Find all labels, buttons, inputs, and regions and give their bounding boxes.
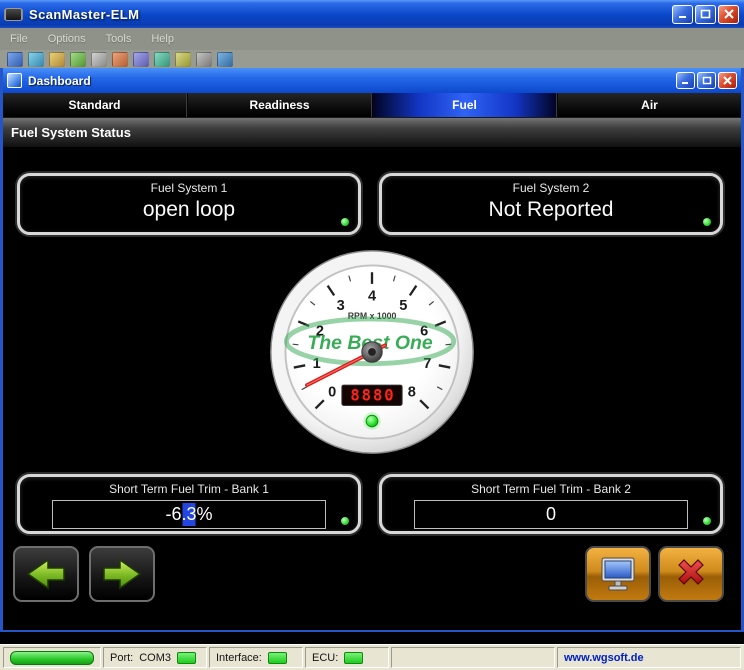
main-titlebar: ScanMaster-ELM (0, 0, 744, 28)
dashboard-title: Dashboard (28, 74, 674, 88)
scanmaster-app: ScanMaster-ELM File Options Tools Help (0, 0, 744, 670)
svg-text:8880: 8880 (350, 387, 395, 405)
dashboard-close-button[interactable] (718, 72, 737, 89)
section-title: Fuel System Status (11, 125, 131, 140)
monitor-button[interactable] (585, 546, 651, 602)
dashboard-maximize-button[interactable] (697, 72, 716, 89)
connection-progress (10, 651, 94, 665)
dashboard-minimize-button[interactable] (676, 72, 695, 89)
window-title: ScanMaster-ELM (29, 7, 670, 22)
toolbar-icon[interactable] (70, 52, 86, 67)
gauge-led (366, 415, 378, 427)
status-bar: Port: COM3 Interface: ECU: www.wgsoft.de (0, 644, 744, 670)
exit-button[interactable] (658, 546, 724, 602)
toolbar-icon[interactable] (133, 52, 149, 67)
stft-bank1-panel: Short Term Fuel Trim - Bank 1 -6.3% (17, 474, 361, 534)
statusbar-spacer (391, 647, 555, 668)
port-led (177, 652, 196, 664)
close-icon (723, 76, 732, 85)
dashboard-content: Fuel System 1 open loop Fuel System 2 No… (3, 147, 741, 630)
svg-text:4: 4 (368, 288, 377, 304)
ecu-led (344, 652, 363, 664)
minimize-button[interactable] (672, 5, 693, 24)
panel-label: Short Term Fuel Trim - Bank 2 (382, 482, 720, 496)
connection-progress-cell (3, 647, 101, 668)
panel-label: Fuel System 2 (382, 181, 720, 195)
ecu-cell: ECU: (305, 647, 389, 668)
forward-button[interactable] (89, 546, 155, 602)
tab-readiness[interactable]: Readiness (187, 93, 372, 117)
interface-cell: Interface: (209, 647, 303, 668)
port-value: COM3 (139, 652, 171, 664)
status-led (341, 517, 349, 525)
svg-text:5: 5 (399, 298, 407, 314)
status-led (703, 218, 711, 226)
interface-led (268, 652, 287, 664)
panel-value: open loop (20, 198, 358, 222)
menu-tools[interactable]: Tools (106, 33, 132, 45)
maximize-icon (700, 9, 711, 19)
svg-text:0: 0 (328, 385, 336, 401)
close-icon (724, 9, 734, 19)
toolbar-icon[interactable] (112, 52, 128, 67)
arrow-right-icon (100, 556, 144, 592)
panel-value: 0 (546, 504, 556, 525)
toolbar-icon[interactable] (175, 52, 191, 67)
close-button[interactable] (718, 5, 739, 24)
monitor-icon (596, 555, 640, 593)
toolbar-icon[interactable] (196, 52, 212, 67)
svg-text:8: 8 (408, 385, 416, 401)
close-x-icon (671, 555, 711, 593)
tab-fuel[interactable]: Fuel (372, 93, 557, 117)
value-box: -6.3% (52, 500, 326, 529)
svg-text:3: 3 (337, 298, 345, 314)
tab-standard[interactable]: Standard (3, 93, 187, 117)
toolbar-icon[interactable] (91, 52, 107, 67)
maximize-icon (702, 76, 712, 85)
dashboard-icon (7, 73, 22, 88)
gauge-hub-center (368, 348, 376, 356)
panel-label: Short Term Fuel Trim - Bank 1 (20, 482, 358, 496)
arrow-left-icon (24, 556, 68, 592)
dashboard-window: Dashboard Standard Readiness Fuel Air Fu… (0, 68, 744, 632)
website-cell: www.wgsoft.de (557, 647, 741, 668)
fuel-system-1-panel: Fuel System 1 open loop (17, 173, 361, 235)
maximize-button[interactable] (695, 5, 716, 24)
toolbar-icon[interactable] (7, 52, 23, 67)
chip-app-icon (5, 8, 22, 21)
menu-bar: File Options Tools Help (0, 28, 744, 50)
panel-value: -6.3% (165, 504, 212, 525)
status-led (341, 218, 349, 226)
panel-label: Fuel System 1 (20, 181, 358, 195)
panel-value: Not Reported (382, 198, 720, 222)
interface-label: Interface: (216, 652, 262, 664)
port-cell: Port: COM3 (103, 647, 207, 668)
toolbar-icon[interactable] (217, 52, 233, 67)
dashboard-tabbar: Standard Readiness Fuel Air (3, 93, 741, 118)
value-box: 0 (414, 500, 688, 529)
section-header: Fuel System Status (3, 118, 741, 147)
menu-help[interactable]: Help (151, 33, 174, 45)
toolbar (0, 50, 744, 68)
dashboard-titlebar: Dashboard (3, 68, 741, 93)
port-label: Port: (110, 652, 133, 664)
minimize-icon (681, 77, 690, 85)
digital-rpm-display: 8880 (342, 385, 402, 405)
fuel-system-2-panel: Fuel System 2 Not Reported (379, 173, 723, 235)
website-link[interactable]: www.wgsoft.de (564, 652, 644, 664)
menu-file[interactable]: File (10, 33, 28, 45)
tab-air[interactable]: Air (557, 93, 741, 117)
toolbar-icon[interactable] (28, 52, 44, 67)
minimize-icon (678, 10, 688, 19)
toolbar-icon[interactable] (49, 52, 65, 67)
rpm-gauge: 0 1 2 3 4 5 6 7 8 RPM x 1000 The B (265, 245, 479, 459)
ecu-label: ECU: (312, 652, 338, 664)
stft-bank2-panel: Short Term Fuel Trim - Bank 2 0 (379, 474, 723, 534)
toolbar-icon[interactable] (154, 52, 170, 67)
status-led (703, 517, 711, 525)
menu-options[interactable]: Options (48, 33, 86, 45)
back-button[interactable] (13, 546, 79, 602)
